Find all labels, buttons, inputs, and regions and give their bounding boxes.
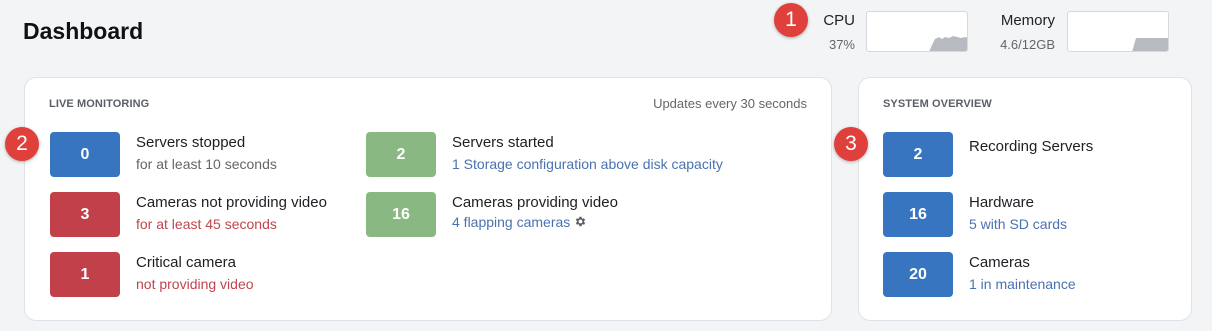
maintenance-link[interactable]: 1 in maintenance (969, 276, 1076, 292)
memory-label: Memory (1000, 12, 1055, 29)
servers-started-title: Servers started (452, 134, 554, 151)
cameras-providing-video-title: Cameras providing video (452, 194, 618, 211)
memory-sparkline[interactable] (1067, 11, 1169, 52)
critical-camera-subtitle: not providing video (136, 276, 254, 292)
cpu-sparkline[interactable] (866, 11, 968, 52)
system-overview-title: SYSTEM OVERVIEW (883, 98, 992, 110)
memory-sparkline-graph (1132, 38, 1168, 51)
servers-stopped-subtitle: for at least 10 seconds (136, 156, 277, 172)
cameras-title: Cameras (969, 254, 1030, 271)
system-overview-panel: SYSTEM OVERVIEW 2 Recording Servers 16 H… (858, 77, 1192, 321)
cpu-sparkline-graph (929, 36, 967, 51)
servers-stopped-title: Servers stopped (136, 134, 246, 151)
recording-servers-count[interactable]: 2 (883, 132, 953, 177)
callout-badge-3: 3 (834, 127, 868, 161)
cameras-providing-video-count[interactable]: 16 (366, 192, 436, 237)
live-monitoring-panel: LIVE MONITORING Updates every 30 seconds… (24, 77, 832, 321)
servers-stopped-count[interactable]: 0 (50, 132, 120, 177)
cameras-not-providing-video-count[interactable]: 3 (50, 192, 120, 237)
cpu-label: CPU (823, 12, 855, 29)
sd-cards-link[interactable]: 5 with SD cards (969, 216, 1067, 232)
critical-camera-count[interactable]: 1 (50, 252, 120, 297)
storage-capacity-link[interactable]: 1 Storage configuration above disk capac… (452, 156, 723, 172)
recording-servers-title: Recording Servers (969, 138, 1094, 155)
gear-icon[interactable] (574, 215, 587, 231)
callout-badge-1: 1 (774, 3, 808, 37)
servers-started-count[interactable]: 2 (366, 132, 436, 177)
cameras-not-providing-video-subtitle: for at least 45 seconds (136, 216, 277, 232)
page-title: Dashboard (23, 18, 144, 44)
hardware-title: Hardware (969, 194, 1035, 211)
callout-badge-2: 2 (5, 127, 39, 161)
live-monitoring-title: LIVE MONITORING (49, 98, 150, 110)
hardware-count[interactable]: 16 (883, 192, 953, 237)
cpu-value: 37% (828, 37, 855, 52)
cameras-not-providing-video-title: Cameras not providing video (136, 194, 327, 211)
memory-value: 4.6/12GB (1000, 37, 1055, 52)
critical-camera-title: Critical camera (136, 254, 237, 271)
update-interval-note: Updates every 30 seconds (653, 96, 807, 111)
flapping-cameras-label[interactable]: 4 flapping cameras (452, 214, 570, 230)
flapping-cameras-link[interactable]: 4 flapping cameras (452, 214, 587, 231)
cameras-count[interactable]: 20 (883, 252, 953, 297)
